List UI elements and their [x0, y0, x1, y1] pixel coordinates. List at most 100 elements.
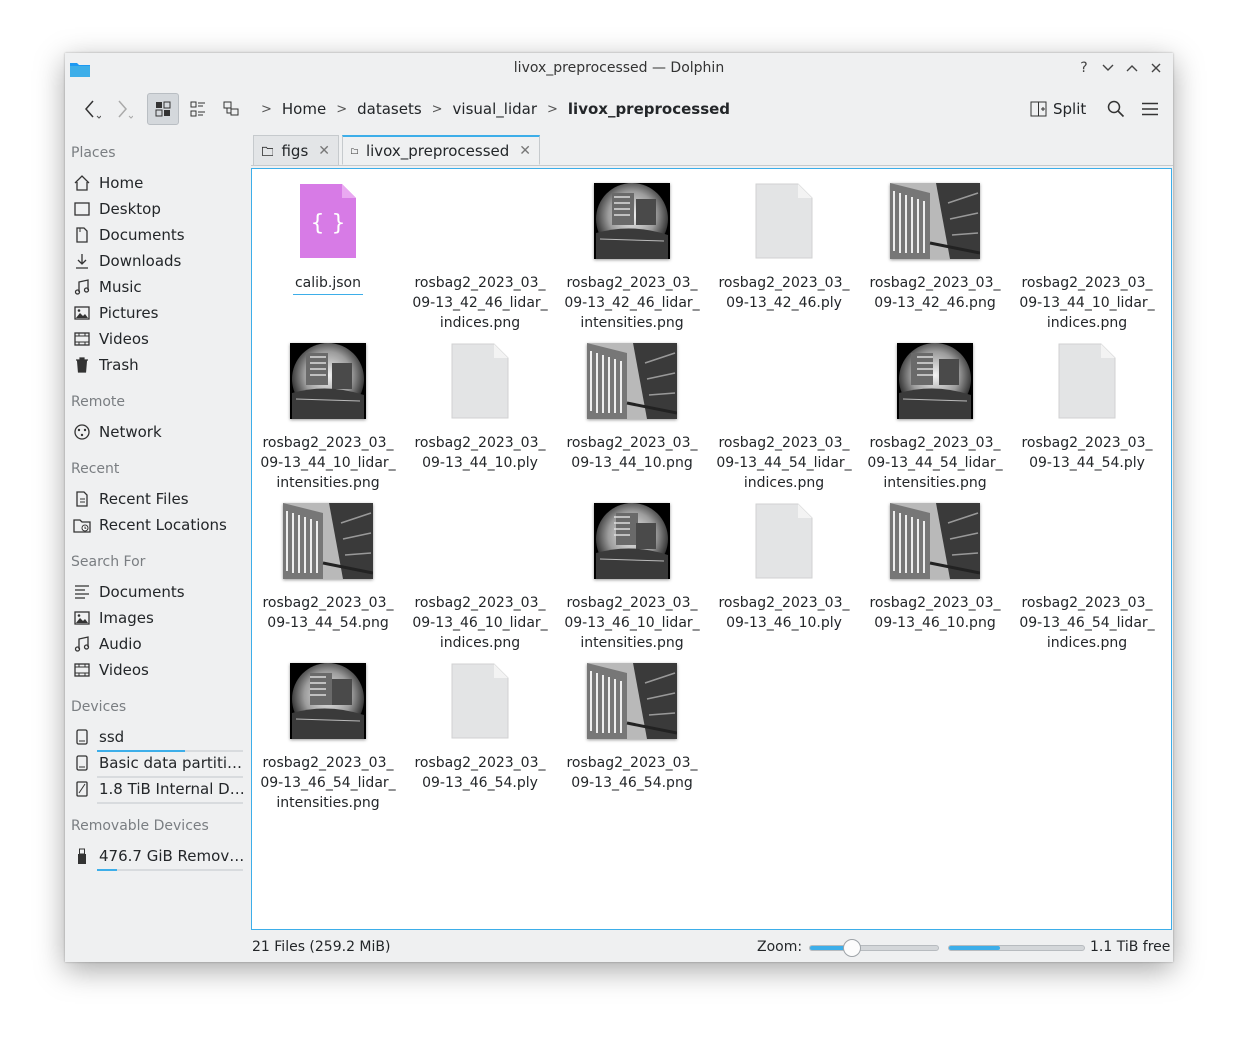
sidebar-item-documents[interactable]: Documents — [73, 223, 185, 247]
close-tab-icon[interactable]: ✕ — [318, 143, 330, 159]
sidebar-item-1-8-tib-internal-dri[interactable]: 1.8 TiB Internal Dri... — [73, 777, 245, 801]
sidebar-item-network[interactable]: Network — [73, 420, 162, 444]
file-thumbnail — [562, 341, 702, 421]
sidebar-item-music[interactable]: Music — [73, 275, 142, 299]
file-item[interactable]: rosbag2_2023_03_ 09-13_44_10_lidar_ indice… — [1017, 181, 1157, 331]
menu-button[interactable] — [1137, 93, 1163, 125]
sidebar-item-images[interactable]: Images — [73, 606, 154, 630]
file-thumbnail: { } — [258, 181, 398, 261]
file-name-line: 09-13_46_54_lidar_ — [1019, 615, 1155, 631]
breadcrumb: > Home > datasets > visual_lidar > livox… — [253, 93, 732, 125]
file-thumbnail — [714, 341, 854, 421]
zoom-slider-handle[interactable] — [843, 939, 862, 957]
tab-figs[interactable]: figs ✕ — [253, 135, 339, 165]
file-item[interactable]: rosbag2_2023_03_ 09-13_46_10.png — [865, 501, 1005, 651]
window-title: livox_preprocessed — Dolphin — [513, 60, 725, 76]
sidebar-item-downloads[interactable]: Downloads — [73, 249, 181, 273]
usb-icon — [73, 847, 91, 865]
tab-livox-preprocessed[interactable]: livox_preprocessed ✕ — [342, 135, 540, 165]
breadcrumb-current[interactable]: livox_preprocessed — [566, 100, 732, 118]
image-thumbnail — [283, 503, 373, 579]
recent-files-icon — [73, 490, 91, 508]
search-icon — [1107, 100, 1125, 118]
file-name-line: 09-13_44_10_lidar_ — [1019, 295, 1155, 311]
close-icon[interactable] — [1147, 59, 1165, 77]
file-item[interactable]: rosbag2_2023_03_ 09-13_46_10_lidar_ indice… — [410, 501, 550, 651]
sidebar-item-basic-data-partition[interactable]: Basic data partition — [73, 751, 245, 775]
generic-file-icon — [451, 663, 509, 739]
device-usage-bar — [97, 750, 243, 752]
sidebar-item-476-7-gib-remova[interactable]: 476.7 GiB Remova... — [73, 844, 245, 868]
drive-icon — [73, 728, 91, 746]
file-item[interactable]: rosbag2_2023_03_ 09-13_44_10.png — [562, 341, 702, 491]
file-item[interactable]: rosbag2_2023_03_ 09-13_44_54_lidar_ intens… — [865, 341, 1005, 491]
file-name-line: 09-13_42_46.png — [874, 295, 996, 311]
file-item[interactable]: rosbag2_2023_03_ 09-13_46_54_lidar_ intens… — [258, 661, 398, 811]
sidebar-item-audio[interactable]: Audio — [73, 632, 142, 656]
sidebar-item-home[interactable]: Home — [73, 171, 143, 195]
sidebar-item-recent-files[interactable]: Recent Files — [73, 487, 189, 511]
file-item[interactable]: rosbag2_2023_03_ 09-13_46_54.png — [562, 661, 702, 811]
sidebar-item-pictures[interactable]: Pictures — [73, 301, 158, 325]
file-name-line: 09-13_46_54.png — [571, 775, 693, 791]
breadcrumb-datasets[interactable]: datasets — [355, 100, 424, 118]
file-item[interactable]: rosbag2_2023_03_ 09-13_44_10_lidar_ intens… — [258, 341, 398, 491]
sidebar-item-ssd[interactable]: ssd — [73, 725, 124, 749]
tab-bar: figs ✕ livox_preprocessed ✕ — [251, 133, 1173, 166]
file-name-line: rosbag2_2023_03_ — [566, 275, 698, 291]
file-name-line: rosbag2_2023_03_ — [718, 435, 850, 451]
breadcrumb-visual-lidar[interactable]: visual_lidar — [451, 100, 539, 118]
sidebar-item-label: Network — [99, 423, 162, 441]
sidebar-item-documents[interactable]: Documents — [73, 580, 185, 604]
sidebar-item-label: Documents — [99, 583, 185, 601]
file-item[interactable]: rosbag2_2023_03_ 09-13_46_54.ply — [410, 661, 550, 811]
file-item[interactable]: rosbag2_2023_03_ 09-13_44_10.ply — [410, 341, 550, 491]
file-name-line: intensities.png — [276, 795, 380, 811]
file-item[interactable]: rosbag2_2023_03_ 09-13_46_54_lidar_ indice… — [1017, 501, 1157, 651]
maximize-icon[interactable] — [1123, 59, 1141, 77]
back-button[interactable] — [77, 93, 105, 125]
file-item[interactable]: rosbag2_2023_03_ 09-13_42_46_lidar_ intens… — [562, 181, 702, 331]
compact-view-button[interactable] — [183, 93, 213, 125]
file-item[interactable]: rosbag2_2023_03_ 09-13_44_54_lidar_ indice… — [714, 341, 854, 491]
file-item[interactable]: rosbag2_2023_03_ 09-13_42_46.png — [865, 181, 1005, 331]
split-button[interactable]: Split — [1030, 93, 1086, 125]
file-item[interactable]: rosbag2_2023_03_ 09-13_46_10_lidar_ intens… — [562, 501, 702, 651]
zoom-slider[interactable] — [809, 939, 939, 957]
file-name: rosbag2_2023_03_ 09-13_44_54_lidar_ indice… — [714, 433, 854, 493]
file-thumbnail — [865, 501, 1005, 581]
file-item[interactable]: rosbag2_2023_03_ 09-13_42_46.ply — [714, 181, 854, 331]
search-button[interactable] — [1103, 93, 1129, 125]
file-name-line: rosbag2_2023_03_ — [1021, 595, 1153, 611]
sidebar-item-recent-locations[interactable]: Recent Locations — [73, 513, 227, 537]
file-name: rosbag2_2023_03_ 09-13_42_46.png — [865, 273, 1005, 313]
sidebar-item-videos[interactable]: Videos — [73, 658, 149, 682]
folder-icon — [262, 146, 274, 156]
file-item[interactable]: rosbag2_2023_03_ 09-13_44_54.ply — [1017, 341, 1157, 491]
music-icon — [73, 278, 91, 296]
file-view[interactable]: { } calib.json rosbag2_2023_03_ 09-13_42_46… — [251, 168, 1172, 930]
close-tab-icon[interactable]: ✕ — [519, 143, 531, 159]
file-thumbnail — [258, 501, 398, 581]
file-thumbnail — [562, 501, 702, 581]
breadcrumb-home[interactable]: Home — [280, 100, 328, 118]
file-item[interactable]: rosbag2_2023_03_ 09-13_46_10.ply — [714, 501, 854, 651]
file-item[interactable]: rosbag2_2023_03_ 09-13_44_54.png — [258, 501, 398, 651]
file-item[interactable]: rosbag2_2023_03_ 09-13_42_46_lidar_ indice… — [410, 181, 550, 331]
file-item[interactable]: { } calib.json — [258, 181, 398, 331]
file-name-line: rosbag2_2023_03_ — [718, 275, 850, 291]
help-icon[interactable]: ? — [1075, 59, 1093, 77]
sidebar-item-videos[interactable]: Videos — [73, 327, 149, 351]
minimize-icon[interactable] — [1099, 59, 1117, 77]
file-name-line: rosbag2_2023_03_ — [566, 435, 698, 451]
file-name: rosbag2_2023_03_ 09-13_42_46.ply — [714, 273, 854, 313]
details-view-button[interactable] — [217, 93, 247, 125]
forward-button[interactable] — [109, 93, 137, 125]
image-thumbnail — [290, 663, 366, 739]
sidebar-item-trash[interactable]: Trash — [73, 353, 139, 377]
file-name-line: rosbag2_2023_03_ — [414, 595, 546, 611]
toolbar: > Home > datasets > visual_lidar > livox… — [65, 89, 1173, 131]
sidebar-item-desktop[interactable]: Desktop — [73, 197, 161, 221]
search-section-title: Search For — [71, 554, 146, 570]
icons-view-button[interactable] — [147, 93, 179, 125]
